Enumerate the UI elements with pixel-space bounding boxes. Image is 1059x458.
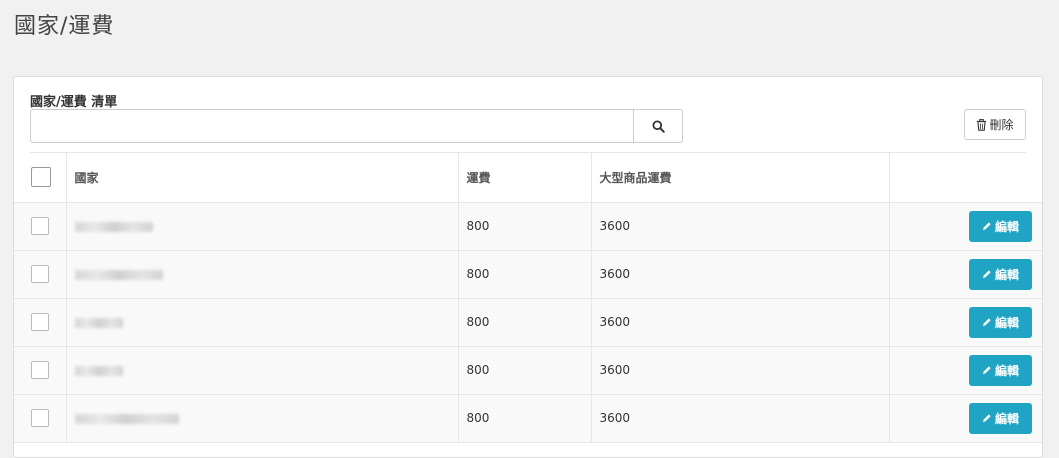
search-input[interactable]: [30, 109, 634, 143]
edit-button[interactable]: 編輯: [969, 306, 1032, 338]
row-checkbox[interactable]: [31, 265, 49, 283]
country-shipping-panel: 國家/運費 清單 刪除 國家 運費 大型商品運費 800 3600 編輯 800…: [13, 76, 1043, 458]
large-fee-cell: 3600: [590, 298, 889, 347]
large-fee-cell: 3600: [590, 346, 889, 395]
delete-button-label: 刪除: [989, 118, 1014, 132]
edit-button[interactable]: 編輯: [969, 210, 1032, 242]
select-all-checkbox[interactable]: [31, 167, 51, 188]
table-row: 800 3600 編輯: [14, 394, 1042, 443]
large-fee-cell: 3600: [590, 394, 889, 443]
header-select-all: [14, 153, 66, 203]
country-name-redacted: [74, 413, 179, 424]
pencil-icon: [982, 318, 991, 326]
search-button[interactable]: [633, 109, 683, 143]
row-checkbox[interactable]: [31, 409, 49, 427]
country-name-redacted: [74, 317, 123, 328]
row-checkbox[interactable]: [31, 217, 49, 235]
edit-button-label: 編輯: [994, 411, 1019, 426]
header-actions: [888, 153, 1042, 203]
header-fee: 運費: [457, 153, 591, 203]
page-title: 國家/運費: [14, 14, 115, 39]
fee-cell: 800: [457, 346, 591, 395]
fee-cell: 800: [457, 202, 591, 251]
header-country: 國家: [65, 153, 458, 203]
table-row: 800 3600 編輯: [14, 298, 1042, 347]
edit-button-label: 編輯: [994, 315, 1019, 330]
table-row: 800 3600 編輯: [14, 346, 1042, 395]
fee-cell: 800: [457, 298, 591, 347]
delete-button[interactable]: 刪除: [964, 109, 1026, 140]
fee-cell: 800: [457, 394, 591, 443]
country-name-redacted: [74, 221, 153, 232]
trash-icon: [977, 118, 987, 131]
pencil-icon: [982, 414, 991, 422]
row-checkbox[interactable]: [31, 313, 49, 331]
panel-heading: 國家/運費 清單: [30, 95, 118, 110]
edit-button[interactable]: 編輯: [969, 402, 1032, 434]
table-row: 800 3600 編輯: [14, 250, 1042, 299]
table-header-row: 國家 運費 大型商品運費: [14, 153, 1042, 203]
header-large-fee: 大型商品運費: [590, 153, 889, 203]
large-fee-cell: 3600: [590, 202, 889, 251]
pencil-icon: [982, 270, 991, 278]
country-table: 國家 運費 大型商品運費 800 3600 編輯 800 3600 編輯 800…: [14, 153, 1042, 443]
country-name-redacted: [74, 365, 123, 376]
edit-button-label: 編輯: [994, 363, 1019, 378]
edit-button[interactable]: 編輯: [969, 354, 1032, 386]
edit-button[interactable]: 編輯: [969, 258, 1032, 290]
edit-button-label: 編輯: [994, 219, 1019, 234]
large-fee-cell: 3600: [590, 250, 889, 299]
search-icon: [651, 119, 665, 133]
pencil-icon: [982, 366, 991, 374]
table-row: 800 3600 編輯: [14, 202, 1042, 251]
pencil-icon: [982, 222, 991, 230]
fee-cell: 800: [457, 250, 591, 299]
row-checkbox[interactable]: [31, 361, 49, 379]
edit-button-label: 編輯: [994, 267, 1019, 282]
country-name-redacted: [74, 269, 163, 280]
